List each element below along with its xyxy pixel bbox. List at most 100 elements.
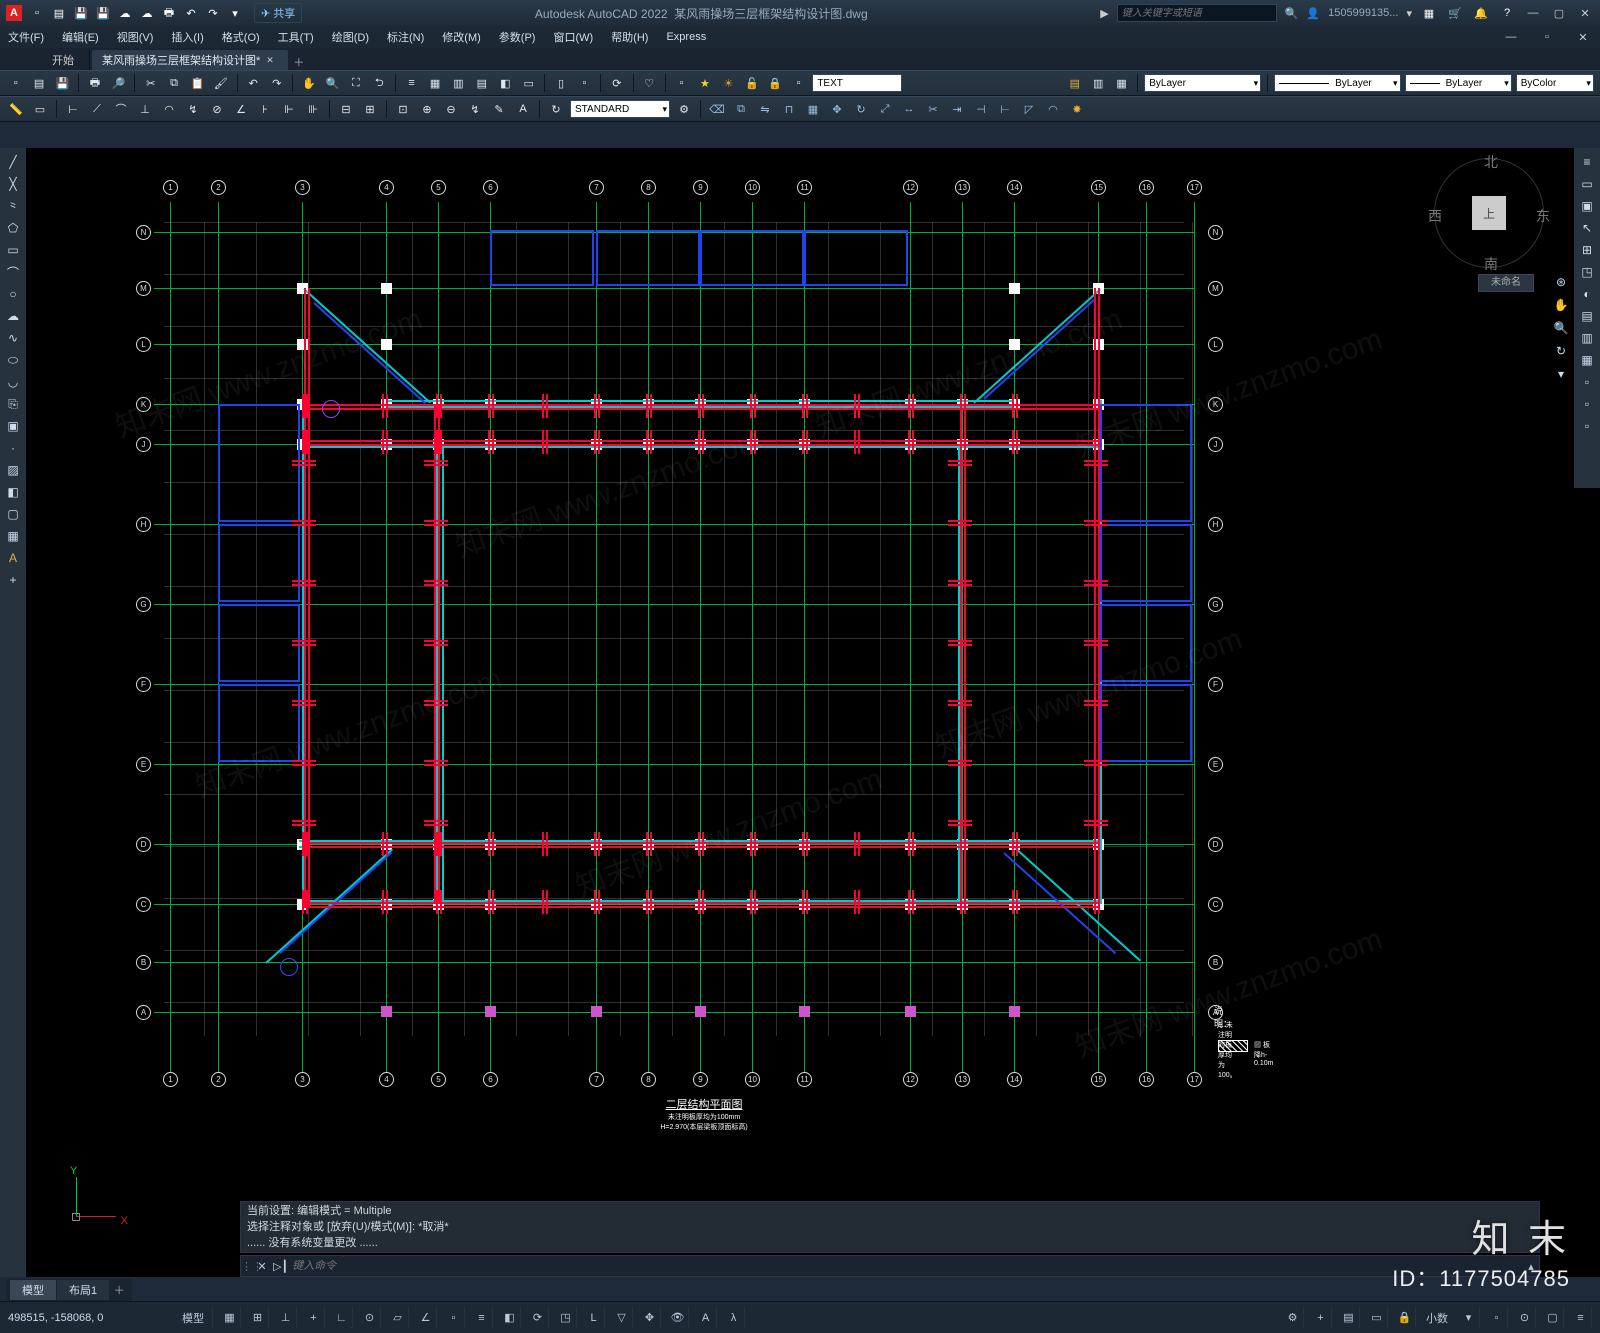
dim-ordinate-icon[interactable]: ⊥ xyxy=(135,99,155,119)
scale-dropdown-icon[interactable]: ▾ xyxy=(1458,1307,1480,1329)
viewcube-north[interactable]: 北 xyxy=(1484,152,1498,172)
user-name[interactable]: 1505999135... xyxy=(1328,7,1398,19)
mod-mirror-icon[interactable]: ⇋ xyxy=(755,99,775,119)
menu-express[interactable]: Express xyxy=(666,31,706,43)
block-icon[interactable]: ▯ xyxy=(551,73,570,93)
dim-tedit-icon[interactable]: A xyxy=(513,99,533,119)
doc-restore-icon[interactable]: ▫ xyxy=(1538,28,1556,46)
markup-icon[interactable]: ◧ xyxy=(496,73,515,93)
start-tab[interactable]: 开始 xyxy=(40,50,90,70)
tool-palette-icon[interactable]: ▥ xyxy=(449,73,468,93)
a360-icon[interactable]: ▦ xyxy=(1420,4,1438,22)
r-sheet-icon[interactable]: ▥ xyxy=(1577,328,1597,348)
lock-ui-icon[interactable]: 🔒 xyxy=(1394,1307,1416,1329)
menu-format[interactable]: 格式(O) xyxy=(222,29,260,45)
r-view-icon[interactable]: ▤ xyxy=(1577,306,1597,326)
help-search-input[interactable] xyxy=(1117,4,1277,22)
r-dc-icon[interactable]: ▦ xyxy=(1577,350,1597,370)
nav-pan-icon[interactable]: ✋ xyxy=(1551,295,1571,315)
center-mark-icon[interactable]: ⊕ xyxy=(417,99,437,119)
arc-icon[interactable]: ⌒ xyxy=(3,262,23,282)
dim-aligned-icon[interactable]: ⟋ xyxy=(87,99,107,119)
zoom-icon[interactable]: 🔍 xyxy=(323,73,342,93)
match-icon[interactable]: 🖌 xyxy=(211,73,230,93)
nav-orbit-icon[interactable]: ↻ xyxy=(1551,341,1571,361)
dim-update-icon[interactable]: ↻ xyxy=(546,99,566,119)
r-cursor-icon[interactable]: ↖ xyxy=(1577,218,1597,238)
plotcolor-dropdown[interactable]: ByColor xyxy=(1516,74,1594,92)
hw-accel-icon[interactable]: ⊙ xyxy=(1514,1307,1536,1329)
dim-angular-icon[interactable]: ∠ xyxy=(231,99,251,119)
mod-trim-icon[interactable]: ✂ xyxy=(923,99,943,119)
close-icon[interactable]: ✕ xyxy=(1576,4,1594,22)
dim-style-icon[interactable]: ⚙ xyxy=(674,99,694,119)
document-tab-active[interactable]: 某风雨操场三层框架结构设计图* ✕ xyxy=(92,50,288,70)
menu-window[interactable]: 窗口(W) xyxy=(553,29,593,45)
mod-fillet-icon[interactable]: ◠ xyxy=(1043,99,1063,119)
saveas-icon[interactable]: 💾 xyxy=(94,4,112,22)
group-icon[interactable]: ▭ xyxy=(30,99,50,119)
dim-inspect-icon[interactable]: ⊖ xyxy=(441,99,461,119)
customize-icon[interactable]: ≡ xyxy=(1570,1307,1592,1329)
dim-arc-icon[interactable]: ⌒ xyxy=(111,99,131,119)
mod-array-icon[interactable]: ▦ xyxy=(803,99,823,119)
model-toggle[interactable]: 模型 xyxy=(174,1307,213,1329)
r-group-icon[interactable]: ▣ xyxy=(1577,196,1597,216)
polygon-icon[interactable]: ⬠ xyxy=(3,218,23,238)
viewcube-top[interactable]: 上 xyxy=(1472,196,1506,230)
redo-btn-icon[interactable]: ↷ xyxy=(267,73,286,93)
linetype-dropdown[interactable]: ByLayer xyxy=(1274,74,1401,92)
undo-icon[interactable]: ↶ xyxy=(182,4,200,22)
menu-modify[interactable]: 修改(M) xyxy=(442,29,481,45)
share-button[interactable]: ✈ 共享 xyxy=(254,3,302,23)
make-block-icon[interactable]: ▣ xyxy=(3,416,23,436)
menu-help[interactable]: 帮助(H) xyxy=(611,29,648,45)
print-icon[interactable]: 🖶 xyxy=(85,73,104,93)
anno-auto-icon[interactable]: A xyxy=(695,1307,717,1329)
r-render-icon[interactable]: ◐ xyxy=(1577,284,1597,304)
mod-rotate-icon[interactable]: ↻ xyxy=(851,99,871,119)
circle-icon[interactable]: ○ xyxy=(3,284,23,304)
signin-icon[interactable]: 👤 xyxy=(1306,7,1320,20)
osnap-track-icon[interactable]: ∠ xyxy=(415,1307,437,1329)
viewcube-east[interactable]: 东 xyxy=(1536,206,1550,226)
dim-break-icon[interactable]: ⊞ xyxy=(360,99,380,119)
viewcube-south[interactable]: 南 xyxy=(1484,254,1498,274)
lineweight-dropdown[interactable]: ByLayer xyxy=(1405,74,1512,92)
dim-diameter-icon[interactable]: ⊘ xyxy=(207,99,227,119)
iso-draft-icon[interactable]: ▱ xyxy=(387,1307,409,1329)
star-icon[interactable]: ★ xyxy=(695,73,714,93)
mod-explode-icon[interactable]: ✸ xyxy=(1067,99,1087,119)
nav-show-icon[interactable]: ▾ xyxy=(1551,364,1571,384)
new-file-icon[interactable]: ▫ xyxy=(6,73,25,93)
spline-icon[interactable]: ∿ xyxy=(3,328,23,348)
measure-icon[interactable]: 📏 xyxy=(6,99,26,119)
open-file-icon[interactable]: ▤ xyxy=(29,73,48,93)
layout-tab-layout1[interactable]: 布局1 xyxy=(57,1280,109,1300)
infer-constraints-icon[interactable]: ⊥ xyxy=(275,1307,297,1329)
ws-switch-icon[interactable]: ⚙ xyxy=(1282,1307,1304,1329)
mod-chamfer-icon[interactable]: ◸ xyxy=(1019,99,1039,119)
pline-icon[interactable]: ⺀ xyxy=(3,196,23,216)
status-coordinates[interactable]: 498515, -158068, 0 xyxy=(8,1312,168,1324)
mod-scale-icon[interactable]: ⤢ xyxy=(875,99,895,119)
menu-param[interactable]: 参数(P) xyxy=(499,29,536,45)
menu-draw[interactable]: 绘图(D) xyxy=(332,29,369,45)
cmd-close-icon[interactable]: ✕ xyxy=(255,1260,269,1273)
insert-block-icon[interactable]: ⎘ xyxy=(3,394,23,414)
scale-label[interactable]: 小数 xyxy=(1422,1310,1452,1326)
lock-icon[interactable]: 🔒 xyxy=(766,73,785,93)
transparency-icon[interactable]: ◧ xyxy=(499,1307,521,1329)
menu-file[interactable]: 文件(F) xyxy=(8,29,44,45)
anno-vis-icon[interactable]: 👁 xyxy=(667,1307,689,1329)
point-icon[interactable]: · xyxy=(3,438,23,458)
design-center-icon[interactable]: ▦ xyxy=(425,73,444,93)
search-icon[interactable]: 🔍 xyxy=(1285,7,1299,20)
menu-dim[interactable]: 标注(N) xyxy=(387,29,424,45)
paint-icon[interactable]: ▫ xyxy=(789,73,808,93)
save-file-icon[interactable]: 💾 xyxy=(53,73,72,93)
zoom-prev-icon[interactable]: ⮌ xyxy=(370,73,389,93)
paste-icon[interactable]: 📋 xyxy=(188,73,207,93)
layer-dropdown[interactable]: ByLayer xyxy=(1144,74,1261,92)
close-tab-icon[interactable]: ✕ xyxy=(266,55,274,66)
